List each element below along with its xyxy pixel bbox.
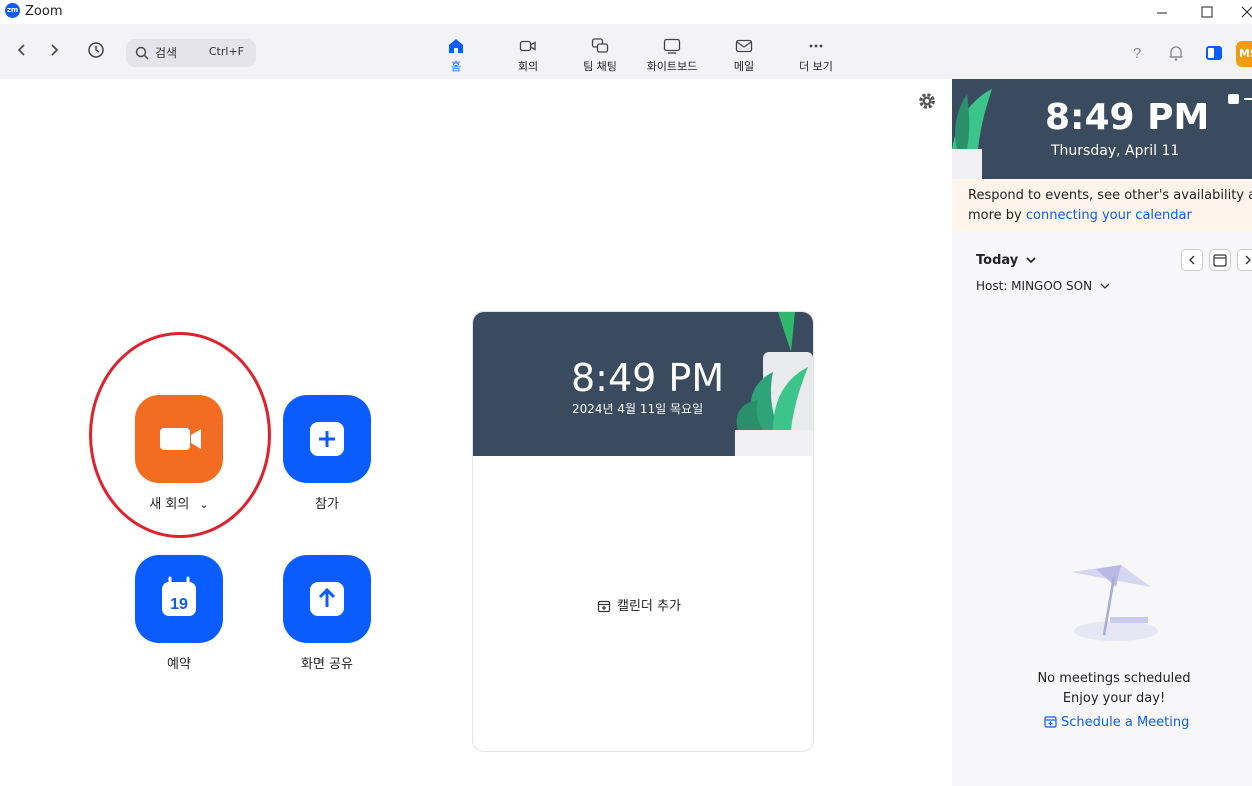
video-icon xyxy=(519,40,536,52)
calendar-card: 8:49 PM 2024년 4월 11일 목요일 캘린더 추가 xyxy=(472,311,814,752)
schedule-meeting-label: Schedule a Meeting xyxy=(1061,715,1190,730)
today-dropdown[interactable]: Today xyxy=(976,253,1036,268)
schedule-label: 예약 xyxy=(167,657,191,672)
new-meeting-label[interactable]: 새 회의 ⌄ xyxy=(119,493,239,512)
tab-team-chat-label: 팀 채팅 xyxy=(583,60,617,73)
history-button[interactable] xyxy=(84,38,108,62)
prev-day-button[interactable] xyxy=(1181,249,1203,271)
host-label: Host: MINGOO SON xyxy=(976,279,1093,293)
calendar-icon xyxy=(1213,254,1227,267)
plus-icon xyxy=(310,422,344,456)
calendar-day-number: 19 xyxy=(170,596,188,613)
tab-whiteboard-label: 화이트보드 xyxy=(646,60,698,73)
tab-team-chat[interactable]: 팀 채팅 xyxy=(568,37,632,74)
avatar[interactable]: MS xyxy=(1236,41,1252,67)
chevron-right-icon xyxy=(1245,255,1251,265)
more-icon xyxy=(809,44,823,48)
search-icon xyxy=(135,46,149,60)
add-calendar-label: 캘린더 추가 xyxy=(617,599,681,614)
tab-more[interactable]: 더 보기 xyxy=(784,37,848,74)
settings-gear-icon[interactable] xyxy=(917,91,937,111)
share-screen-button[interactable] xyxy=(283,555,371,643)
search-box[interactable]: 검색 Ctrl+F xyxy=(126,39,256,67)
new-meeting-button[interactable] xyxy=(135,395,223,483)
tab-home-label: 홈 xyxy=(450,60,462,73)
history-icon xyxy=(88,42,104,58)
calendar-add-icon xyxy=(597,600,611,613)
schedule-button[interactable]: 19 xyxy=(135,555,223,643)
calendar-icon: 19 xyxy=(162,576,196,616)
card-date: 2024년 4월 11일 목요일 xyxy=(572,402,704,416)
svg-text:?: ? xyxy=(1133,45,1141,62)
search-placeholder: 검색 xyxy=(155,46,178,60)
home-icon xyxy=(449,39,463,53)
connect-calendar-link[interactable]: connecting your calendar xyxy=(1026,208,1192,223)
right-panel-time: 8:49 PM xyxy=(1045,97,1210,138)
tab-whiteboard[interactable]: 화이트보드 xyxy=(640,37,704,74)
share-screen-label: 화면 공유 xyxy=(301,657,353,672)
add-calendar-button[interactable]: 캘린더 추가 xyxy=(597,595,681,614)
tab-mail[interactable]: 메일 xyxy=(712,37,776,74)
tab-meetings-label: 회의 xyxy=(517,60,539,73)
calendar-notice: Respond to events, see other's availabil… xyxy=(952,179,1252,231)
side-panel-toggle-icon[interactable] xyxy=(1204,43,1224,63)
right-panel-date: Thursday, April 11 xyxy=(1051,143,1180,159)
tab-meetings[interactable]: 회의 xyxy=(496,37,560,74)
tab-more-label: 더 보기 xyxy=(799,60,833,73)
calendar-picker-button[interactable] xyxy=(1209,249,1231,271)
host-dropdown[interactable]: Host: MINGOO SON xyxy=(976,279,1110,293)
beach-umbrella-icon xyxy=(1071,565,1158,641)
chat-icon xyxy=(591,38,609,53)
toolbar: 검색 Ctrl+F 홈 회의 팀 채팅 화이트보드 메일 더 보기 ? xyxy=(0,24,1252,79)
chevron-down-icon[interactable]: ⌄ xyxy=(199,498,208,511)
mail-icon xyxy=(735,39,753,53)
search-shortcut: Ctrl+F xyxy=(208,45,244,58)
minimize-button[interactable] xyxy=(1151,2,1173,22)
help-icon[interactable]: ? xyxy=(1128,43,1148,63)
close-button[interactable] xyxy=(1236,2,1252,22)
upload-arrow-icon xyxy=(310,582,344,616)
next-day-button[interactable] xyxy=(1237,249,1252,271)
right-panel-hero: 8:49 PM Thursday, April 11 xyxy=(952,79,1252,179)
back-button[interactable] xyxy=(10,38,34,62)
notice-text-line1: Respond to events, see other's availabil… xyxy=(968,188,1252,203)
enjoy-day-text: Enjoy your day! xyxy=(1062,691,1166,706)
window-title: Zoom xyxy=(25,4,63,19)
whiteboard-icon xyxy=(663,38,681,54)
right-panel: 8:49 PM Thursday, April 11 Respond to ev… xyxy=(952,79,1252,786)
chevron-down-icon xyxy=(1026,257,1036,264)
tab-mail-label: 메일 xyxy=(733,60,755,73)
new-meeting-text: 새 회의 xyxy=(149,497,190,512)
calendar-add-icon xyxy=(1044,716,1057,728)
forward-button[interactable] xyxy=(42,38,66,62)
notice-text-line2: more by connecting your calendar xyxy=(968,208,1192,223)
join-button[interactable] xyxy=(283,395,371,483)
title-bar: zm Zoom xyxy=(0,0,1252,24)
card-time: 8:49 PM xyxy=(571,356,725,400)
chevron-left-icon xyxy=(1189,255,1195,265)
card-hero: 8:49 PM 2024년 4월 11일 목요일 xyxy=(473,312,813,456)
tab-home[interactable]: 홈 xyxy=(424,37,488,74)
schedule-meeting-link[interactable]: Schedule a Meeting xyxy=(1044,715,1189,730)
no-meetings-text: No meetings scheduled xyxy=(1037,671,1191,686)
chevron-down-icon xyxy=(1100,283,1110,289)
notification-bell-icon[interactable] xyxy=(1166,43,1186,63)
join-label: 참가 xyxy=(315,497,339,512)
notice-more-text: more by xyxy=(968,208,1026,223)
maximize-button[interactable] xyxy=(1196,2,1218,22)
today-label: Today xyxy=(976,253,1019,268)
zoom-logo-icon: zm xyxy=(5,3,20,18)
video-camera-icon xyxy=(160,428,201,450)
